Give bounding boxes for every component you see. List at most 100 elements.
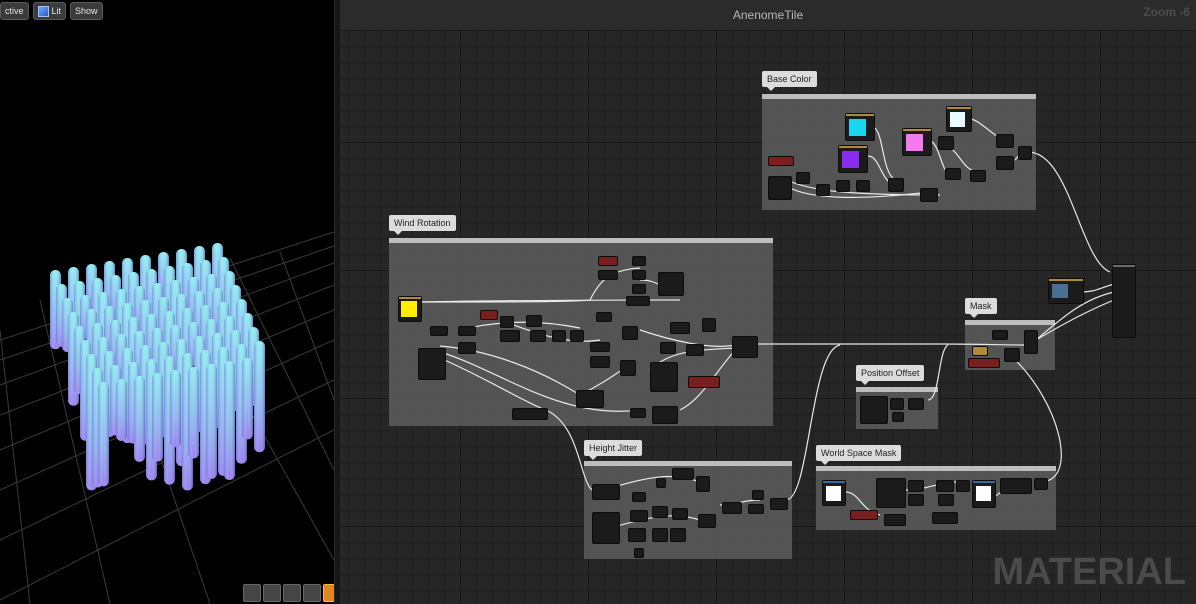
- world-position-node[interactable]: [876, 478, 906, 508]
- math-node[interactable]: [722, 502, 742, 514]
- math-node[interactable]: [748, 504, 764, 514]
- math-node[interactable]: [552, 330, 566, 342]
- lerp-node[interactable]: [970, 170, 986, 182]
- scalar-param-node[interactable]: [480, 310, 498, 320]
- math-node[interactable]: [892, 412, 904, 422]
- material-result-node[interactable]: [1112, 264, 1136, 338]
- preview-viewport[interactable]: ctive Lit Show: [0, 0, 334, 604]
- math-node[interactable]: [836, 180, 850, 192]
- show-button[interactable]: Show: [70, 2, 103, 20]
- math-node[interactable]: [620, 360, 636, 376]
- math-node[interactable]: [652, 528, 668, 542]
- scalar-param-node[interactable]: [688, 376, 720, 388]
- math-node[interactable]: [932, 512, 958, 524]
- color-node-cyan[interactable]: [845, 113, 875, 141]
- scalar-param-node[interactable]: [972, 346, 988, 356]
- lerp-node[interactable]: [938, 136, 954, 150]
- add-node[interactable]: [732, 336, 758, 358]
- math-node[interactable]: [696, 476, 710, 492]
- math-node[interactable]: [458, 326, 476, 336]
- math-node[interactable]: [908, 398, 924, 410]
- vector-param-node[interactable]: [1048, 278, 1084, 304]
- color-node-pink[interactable]: [902, 128, 932, 156]
- world-position-node[interactable]: [418, 348, 446, 380]
- math-node[interactable]: [634, 548, 644, 558]
- scalar-param-node[interactable]: [598, 256, 618, 266]
- math-node[interactable]: [686, 344, 704, 356]
- math-node[interactable]: [770, 498, 788, 510]
- scalar-param-node[interactable]: [768, 156, 794, 166]
- math-node[interactable]: [630, 408, 646, 418]
- world-position-node[interactable]: [592, 512, 620, 544]
- lerp-node[interactable]: [996, 134, 1014, 148]
- math-node[interactable]: [816, 184, 830, 196]
- math-node[interactable]: [458, 342, 476, 354]
- math-node[interactable]: [652, 506, 668, 518]
- scalar-param-node[interactable]: [968, 358, 1000, 368]
- texture-sample-node-2[interactable]: [972, 480, 996, 508]
- vector-param-node[interactable]: [512, 408, 548, 420]
- math-node[interactable]: [596, 312, 612, 322]
- math-node[interactable]: [670, 528, 686, 542]
- lerp-node[interactable]: [996, 156, 1014, 170]
- math-node[interactable]: [622, 326, 638, 340]
- color-node-lightcyan[interactable]: [946, 106, 972, 132]
- math-node[interactable]: [500, 316, 514, 328]
- math-node[interactable]: [1000, 478, 1032, 494]
- math-node[interactable]: [884, 514, 906, 526]
- math-node[interactable]: [570, 330, 584, 342]
- math-node[interactable]: [592, 484, 620, 500]
- math-node[interactable]: [626, 296, 650, 306]
- plane-icon[interactable]: [283, 584, 301, 602]
- math-node[interactable]: [672, 468, 694, 480]
- material-graph-canvas[interactable]: AnenomeTile Zoom -6 Base Color Wind Rota…: [340, 0, 1196, 604]
- math-node[interactable]: [530, 330, 546, 342]
- math-node[interactable]: [670, 322, 690, 334]
- math-node[interactable]: [630, 510, 648, 522]
- math-node[interactable]: [590, 342, 610, 352]
- lerp-node[interactable]: [1018, 146, 1032, 160]
- math-node[interactable]: [526, 315, 542, 327]
- rotate-about-axis-node[interactable]: [658, 272, 684, 296]
- multiply-node[interactable]: [1024, 330, 1038, 354]
- math-node[interactable]: [908, 480, 924, 492]
- math-node[interactable]: [598, 270, 618, 280]
- math-node[interactable]: [956, 480, 970, 492]
- math-node[interactable]: [698, 514, 716, 528]
- math-node[interactable]: [796, 172, 810, 184]
- math-node[interactable]: [632, 492, 646, 502]
- math-node[interactable]: [1004, 348, 1020, 362]
- teapot-icon[interactable]: [323, 584, 334, 602]
- view-icon[interactable]: [243, 584, 261, 602]
- texture-sample-node[interactable]: [822, 480, 846, 506]
- lerp-node[interactable]: [945, 168, 961, 180]
- world-position-node[interactable]: [860, 396, 888, 424]
- math-node[interactable]: [752, 490, 764, 500]
- math-node[interactable]: [650, 362, 678, 392]
- math-node[interactable]: [992, 330, 1008, 340]
- perspective-button[interactable]: ctive: [0, 2, 29, 20]
- math-node[interactable]: [652, 406, 678, 424]
- scalar-param-node[interactable]: [850, 510, 878, 520]
- math-node[interactable]: [628, 528, 646, 542]
- cube-icon[interactable]: [303, 584, 321, 602]
- color-node-violet[interactable]: [838, 145, 868, 173]
- math-node[interactable]: [632, 256, 646, 266]
- math-node[interactable]: [908, 494, 924, 506]
- lerp-node[interactable]: [920, 188, 938, 202]
- math-node[interactable]: [656, 478, 666, 488]
- lit-button[interactable]: Lit: [32, 2, 67, 20]
- math-node[interactable]: [632, 284, 646, 294]
- math-node[interactable]: [500, 330, 520, 342]
- color-node-yellow[interactable]: [398, 296, 422, 322]
- math-node[interactable]: [576, 390, 604, 408]
- math-node[interactable]: [632, 270, 646, 280]
- math-node[interactable]: [702, 318, 716, 332]
- math-node[interactable]: [590, 356, 610, 368]
- math-node[interactable]: [938, 494, 954, 506]
- lerp-node[interactable]: [888, 178, 904, 192]
- math-node[interactable]: [890, 398, 904, 410]
- math-node[interactable]: [936, 480, 954, 492]
- math-node[interactable]: [856, 180, 870, 192]
- math-node[interactable]: [430, 326, 448, 336]
